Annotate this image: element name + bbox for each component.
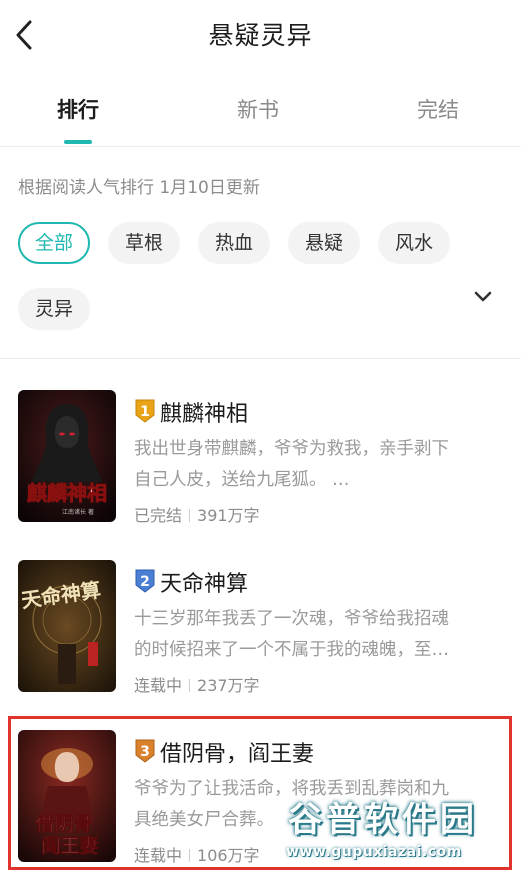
tab-ranking[interactable]: 排行 (18, 94, 138, 124)
book-title: 麒麟神相 (160, 402, 249, 427)
top-bar: 悬疑灵异 (0, 0, 521, 70)
watermark-logo-text: 谷普软件园 (288, 800, 478, 840)
filter-chip-suspense[interactable]: 悬疑 (288, 222, 360, 264)
tab-completed[interactable]: 完结 (378, 94, 498, 124)
active-tab-indicator (64, 140, 92, 144)
svg-text:1: 1 (140, 404, 150, 420)
watermark: 谷普软件园 www.gupuxiazai.com (282, 790, 516, 870)
book-description: 十三岁那年我丢了一次魂，爷爷给我招魂 的时候招来了一个不属于我的魂魄，至… (134, 609, 449, 660)
book-title: 天命神算 (160, 572, 249, 597)
chevron-down-icon (474, 291, 492, 302)
tab-bar: 排行 新书 完结 (0, 84, 521, 146)
book-meta: 连载中 237万字 (134, 672, 260, 696)
book-word-count: 237万字 (197, 676, 260, 695)
rank-badge-icon: 3 (135, 739, 155, 763)
book-status: 已完结 (134, 506, 183, 525)
filter-chip-all[interactable]: 全部 (18, 222, 90, 264)
filter-chip-supernatural[interactable]: 灵异 (18, 288, 90, 330)
divider (0, 146, 521, 147)
book-description: 我出世身带麒麟，爷爷为救我，亲手剥下 自己人皮，送给九尾狐。 … (134, 439, 449, 490)
tab-new-books[interactable]: 新书 (198, 94, 318, 124)
rank-badge-icon: 1 (135, 399, 155, 423)
rank-badge-icon: 2 (135, 569, 155, 593)
cover-title-text: 麒麟神相 (27, 481, 107, 505)
book-word-count: 391万字 (197, 506, 260, 525)
book-list-item[interactable]: 麒麟神相 江南诸长 著 1 麒麟神相 我出世身带麒麟，爷爷为救我，亲手剥下 自己… (0, 390, 521, 540)
expand-filters-button[interactable] (468, 284, 498, 310)
book-cover: 借阴骨 阎王妻 (18, 730, 116, 862)
ranking-note: 根据阅读人气排行 1月10日更新 (18, 178, 260, 198)
filter-chip-grassroots[interactable]: 草根 (108, 222, 180, 264)
book-status: 连载中 (134, 676, 183, 695)
svg-text:3: 3 (140, 744, 150, 760)
cover-author-text: 江南诸长 著 (62, 508, 94, 516)
book-status: 连载中 (134, 846, 183, 865)
book-title: 借阴骨，阎王妻 (160, 742, 315, 767)
book-cover: 天命神算 (18, 560, 116, 692)
book-meta: 连载中 106万字 (134, 842, 260, 866)
watermark-url: www.gupuxiazai.com (286, 844, 462, 860)
page-title: 悬疑灵异 (208, 21, 313, 50)
book-meta: 已完结 391万字 (134, 502, 260, 526)
cover-title-text: 借阴骨 (34, 812, 92, 835)
svg-text:2: 2 (140, 574, 150, 590)
book-list-item[interactable]: 天命神算 2 天命神算 十三岁那年我丢了一次魂，爷爷给我招魂 的时候招来了一个不… (0, 560, 521, 710)
filter-chip-fengshui[interactable]: 风水 (378, 222, 450, 264)
book-cover: 麒麟神相 江南诸长 著 (18, 390, 116, 522)
book-word-count: 106万字 (197, 846, 260, 865)
divider (0, 358, 521, 359)
cover-title-text: 阎王妻 (41, 834, 98, 857)
filter-chip-hot-blood[interactable]: 热血 (198, 222, 270, 264)
